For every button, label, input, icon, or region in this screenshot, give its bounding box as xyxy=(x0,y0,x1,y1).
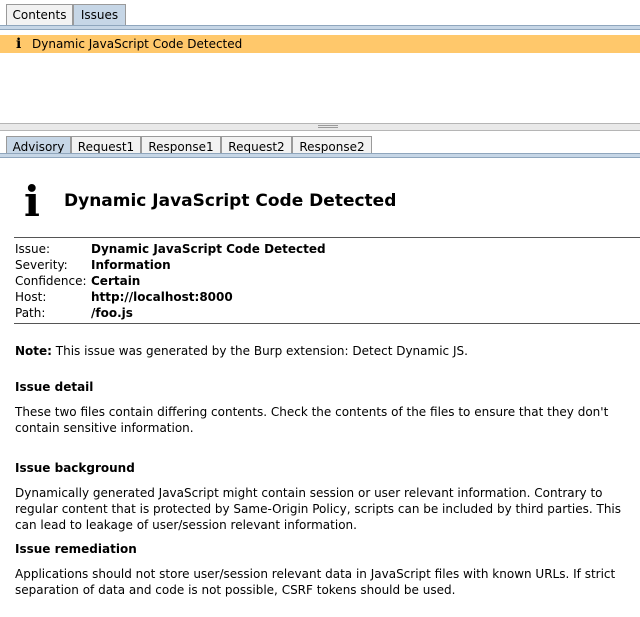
note-text: This issue was generated by the Burp ext… xyxy=(51,344,468,358)
note-label: Note: xyxy=(15,344,52,358)
issue-list-row[interactable]: i Dynamic JavaScript Code Detected xyxy=(0,35,640,53)
issue-remediation-text: Applications should not store user/sessi… xyxy=(15,567,616,597)
property-key: Confidence: xyxy=(15,274,87,288)
tab-contents[interactable]: Contents xyxy=(6,4,73,25)
issue-background-heading: Issue background xyxy=(15,461,135,475)
issue-detail-text: These two files contain differing conten… xyxy=(15,405,609,435)
advisory-title: Dynamic JavaScript Code Detected xyxy=(64,191,397,211)
divider-top xyxy=(14,237,640,238)
issue-list-title: Dynamic JavaScript Code Detected xyxy=(32,37,243,51)
info-icon: i xyxy=(16,36,22,52)
note-paragraph: Note: This issue was generated by the Bu… xyxy=(15,343,637,359)
property-row-host: Host: http://localhost:8000 xyxy=(15,289,635,305)
property-value: http://localhost:8000 xyxy=(91,290,233,304)
advisory-panel: i Dynamic JavaScript Code Detected Issue… xyxy=(0,160,640,617)
property-value: Certain xyxy=(91,274,141,288)
issue-detail-heading: Issue detail xyxy=(15,380,94,394)
tab-issues[interactable]: Issues xyxy=(73,4,126,25)
issue-remediation-heading: Issue remediation xyxy=(15,542,137,556)
divider-grip-icon[interactable] xyxy=(318,125,338,128)
info-icon: i xyxy=(24,177,40,226)
property-row-severity: Severity: Information xyxy=(15,257,635,273)
issue-background-text: Dynamically generated JavaScript might c… xyxy=(15,486,622,532)
top-tab-strip: Contents Issues xyxy=(0,0,640,25)
property-value: Information xyxy=(91,258,171,272)
property-row-issue: Issue: Dynamic JavaScript Code Detected xyxy=(15,241,635,257)
property-key: Severity: xyxy=(15,258,68,272)
property-key: Path: xyxy=(15,306,46,320)
property-value: Dynamic JavaScript Code Detected xyxy=(91,242,326,256)
property-row-path: Path: /foo.js xyxy=(15,305,635,321)
divider-bottom xyxy=(14,323,640,324)
detail-tab-underline xyxy=(0,153,640,158)
property-key: Issue: xyxy=(15,242,51,256)
property-row-confidence: Confidence: Certain xyxy=(15,273,635,289)
property-value: /foo.js xyxy=(91,306,133,320)
property-key: Host: xyxy=(15,290,47,304)
split-pane-divider[interactable] xyxy=(0,123,640,131)
top-tab-underline xyxy=(0,25,640,30)
